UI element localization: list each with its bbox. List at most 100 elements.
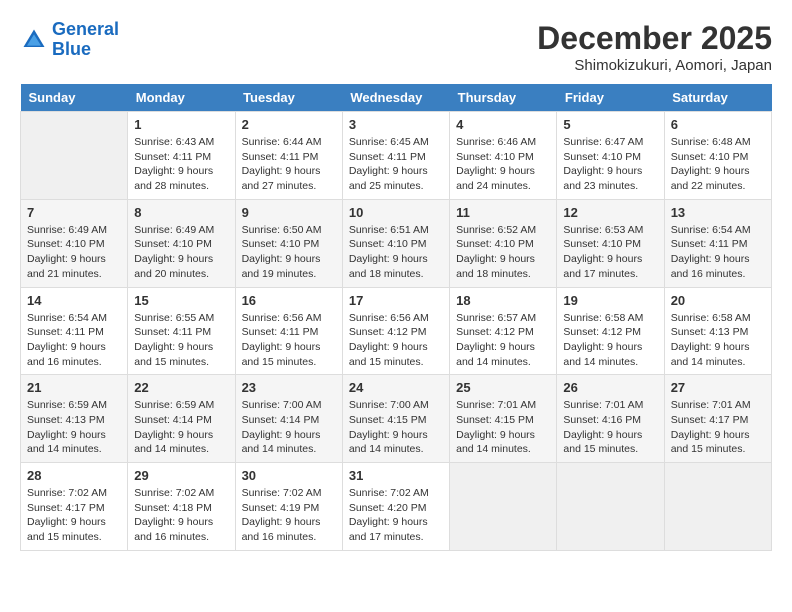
logo-icon: [20, 26, 48, 54]
day-number: 6: [671, 117, 765, 132]
location-subtitle: Shimokizukuri, Aomori, Japan: [537, 57, 772, 74]
day-number: 7: [27, 205, 121, 220]
calendar-cell: 14 Sunrise: 6:54 AMSunset: 4:11 PMDayligh…: [21, 287, 128, 375]
day-number: 22: [134, 380, 228, 395]
day-number: 9: [242, 205, 336, 220]
calendar-cell: 24Sunrise: 7:00 AMSunset: 4:15 PMDayligh…: [342, 375, 449, 463]
day-number: 17: [349, 293, 443, 308]
day-detail: Sunrise: 6:54 AMSunset: 4:11 PMDaylight:…: [671, 223, 765, 282]
day-detail: Sunrise: 7:01 AMSunset: 4:17 PMDaylight:…: [671, 398, 765, 457]
day-number: 31: [349, 468, 443, 483]
calendar-cell: 9 Sunrise: 6:50 AMSunset: 4:10 PMDaylight…: [235, 199, 342, 287]
day-number: 8: [134, 205, 228, 220]
calendar-cell: 4Sunrise: 6:46 AMSunset: 4:10 PMDaylight…: [450, 112, 557, 200]
day-detail: Sunrise: 6:58 AMSunset: 4:12 PMDaylight:…: [563, 311, 657, 370]
calendar-cell: 23 Sunrise: 7:00 AMSunset: 4:14 PMDayligh…: [235, 375, 342, 463]
calendar-cell: [664, 463, 771, 551]
day-number: 29: [134, 468, 228, 483]
day-number: 25: [456, 380, 550, 395]
calendar-cell: 28 Sunrise: 7:02 AMSunset: 4:17 PMDayligh…: [21, 463, 128, 551]
day-detail: Sunrise: 6:49 AMSunset: 4:10 PMDaylight:…: [134, 223, 228, 282]
day-detail: Sunrise: 6:47 AMSunset: 4:10 PMDaylight:…: [563, 135, 657, 194]
calendar-week-1: 1Sunrise: 6:43 AMSunset: 4:11 PMDaylight…: [21, 112, 772, 200]
day-number: 12: [563, 205, 657, 220]
day-number: 2: [242, 117, 336, 132]
calendar-cell: 12 Sunrise: 6:53 AMSunset: 4:10 PMDayligh…: [557, 199, 664, 287]
day-number: 15: [134, 293, 228, 308]
calendar-cell: [557, 463, 664, 551]
day-number: 28: [27, 468, 121, 483]
calendar-cell: 26 Sunrise: 7:01 AMSunset: 4:16 PMDayligh…: [557, 375, 664, 463]
calendar-cell: 11 Sunrise: 6:52 AMSunset: 4:10 PMDayligh…: [450, 199, 557, 287]
day-number: 14: [27, 293, 121, 308]
calendar-body: 1Sunrise: 6:43 AMSunset: 4:11 PMDaylight…: [21, 112, 772, 551]
calendar-cell: 1Sunrise: 6:43 AMSunset: 4:11 PMDaylight…: [128, 112, 235, 200]
calendar-cell: 30 Sunrise: 7:02 AMSunset: 4:19 PMDayligh…: [235, 463, 342, 551]
title-block: December 2025 Shimokizukuri, Aomori, Jap…: [537, 20, 772, 74]
day-detail: Sunrise: 6:49 AMSunset: 4:10 PMDaylight:…: [27, 223, 121, 282]
day-detail: Sunrise: 6:59 AMSunset: 4:14 PMDaylight:…: [134, 398, 228, 457]
day-detail: Sunrise: 7:01 AMSunset: 4:16 PMDaylight:…: [563, 398, 657, 457]
calendar-cell: [21, 112, 128, 200]
calendar-cell: 29 Sunrise: 7:02 AMSunset: 4:18 PMDayligh…: [128, 463, 235, 551]
day-detail: Sunrise: 7:02 AMSunset: 4:17 PMDaylight:…: [27, 486, 121, 545]
calendar-cell: 5 Sunrise: 6:47 AMSunset: 4:10 PMDaylight…: [557, 112, 664, 200]
calendar-table: SundayMondayTuesdayWednesdayThursdayFrid…: [20, 84, 772, 551]
weekday-header-row: SundayMondayTuesdayWednesdayThursdayFrid…: [21, 84, 772, 112]
day-number: 13: [671, 205, 765, 220]
day-detail: Sunrise: 6:45 AMSunset: 4:11 PMDaylight:…: [349, 135, 443, 194]
day-detail: Sunrise: 7:02 AMSunset: 4:20 PMDaylight:…: [349, 486, 443, 545]
calendar-cell: 13 Sunrise: 6:54 AMSunset: 4:11 PMDayligh…: [664, 199, 771, 287]
day-detail: Sunrise: 6:56 AMSunset: 4:12 PMDaylight:…: [349, 311, 443, 370]
day-number: 30: [242, 468, 336, 483]
calendar-cell: 21Sunrise: 6:59 AMSunset: 4:13 PMDayligh…: [21, 375, 128, 463]
calendar-cell: 15 Sunrise: 6:55 AMSunset: 4:11 PMDayligh…: [128, 287, 235, 375]
calendar-cell: 2Sunrise: 6:44 AMSunset: 4:11 PMDaylight…: [235, 112, 342, 200]
calendar-week-2: 7 Sunrise: 6:49 AMSunset: 4:10 PMDaylight…: [21, 199, 772, 287]
day-number: 20: [671, 293, 765, 308]
page-header: General Blue December 2025 Shimokizukuri…: [20, 20, 772, 74]
day-detail: Sunrise: 6:58 AMSunset: 4:13 PMDaylight:…: [671, 311, 765, 370]
calendar-cell: 16Sunrise: 6:56 AMSunset: 4:11 PMDayligh…: [235, 287, 342, 375]
weekday-header-monday: Monday: [128, 84, 235, 112]
calendar-week-4: 21Sunrise: 6:59 AMSunset: 4:13 PMDayligh…: [21, 375, 772, 463]
day-detail: Sunrise: 7:00 AMSunset: 4:15 PMDaylight:…: [349, 398, 443, 457]
month-title: December 2025: [537, 20, 772, 57]
day-number: 5: [563, 117, 657, 132]
day-detail: Sunrise: 7:01 AMSunset: 4:15 PMDaylight:…: [456, 398, 550, 457]
day-number: 4: [456, 117, 550, 132]
logo-text: General Blue: [52, 20, 119, 60]
day-detail: Sunrise: 6:48 AMSunset: 4:10 PMDaylight:…: [671, 135, 765, 194]
day-detail: Sunrise: 6:56 AMSunset: 4:11 PMDaylight:…: [242, 311, 336, 370]
calendar-cell: 27 Sunrise: 7:01 AMSunset: 4:17 PMDayligh…: [664, 375, 771, 463]
calendar-cell: 19Sunrise: 6:58 AMSunset: 4:12 PMDayligh…: [557, 287, 664, 375]
calendar-cell: 10 Sunrise: 6:51 AMSunset: 4:10 PMDayligh…: [342, 199, 449, 287]
day-number: 1: [134, 117, 228, 132]
day-detail: Sunrise: 6:55 AMSunset: 4:11 PMDaylight:…: [134, 311, 228, 370]
calendar-cell: 3Sunrise: 6:45 AMSunset: 4:11 PMDaylight…: [342, 112, 449, 200]
day-detail: Sunrise: 6:59 AMSunset: 4:13 PMDaylight:…: [27, 398, 121, 457]
day-number: 23: [242, 380, 336, 395]
calendar-cell: 20 Sunrise: 6:58 AMSunset: 4:13 PMDayligh…: [664, 287, 771, 375]
day-detail: Sunrise: 7:00 AMSunset: 4:14 PMDaylight:…: [242, 398, 336, 457]
day-detail: Sunrise: 6:52 AMSunset: 4:10 PMDaylight:…: [456, 223, 550, 282]
day-detail: Sunrise: 6:53 AMSunset: 4:10 PMDaylight:…: [563, 223, 657, 282]
day-number: 11: [456, 205, 550, 220]
day-number: 26: [563, 380, 657, 395]
day-number: 10: [349, 205, 443, 220]
calendar-cell: 8 Sunrise: 6:49 AMSunset: 4:10 PMDaylight…: [128, 199, 235, 287]
logo-line1: General: [52, 19, 119, 39]
day-detail: Sunrise: 6:54 AMSunset: 4:11 PMDaylight:…: [27, 311, 121, 370]
day-number: 18: [456, 293, 550, 308]
calendar-cell: 31 Sunrise: 7:02 AMSunset: 4:20 PMDayligh…: [342, 463, 449, 551]
logo-line2: Blue: [52, 39, 91, 59]
day-number: 27: [671, 380, 765, 395]
weekday-header-sunday: Sunday: [21, 84, 128, 112]
day-detail: Sunrise: 6:51 AMSunset: 4:10 PMDaylight:…: [349, 223, 443, 282]
weekday-header-wednesday: Wednesday: [342, 84, 449, 112]
day-detail: Sunrise: 7:02 AMSunset: 4:18 PMDaylight:…: [134, 486, 228, 545]
day-detail: Sunrise: 6:57 AMSunset: 4:12 PMDaylight:…: [456, 311, 550, 370]
day-detail: Sunrise: 7:02 AMSunset: 4:19 PMDaylight:…: [242, 486, 336, 545]
calendar-cell: 18 Sunrise: 6:57 AMSunset: 4:12 PMDayligh…: [450, 287, 557, 375]
day-detail: Sunrise: 6:50 AMSunset: 4:10 PMDaylight:…: [242, 223, 336, 282]
